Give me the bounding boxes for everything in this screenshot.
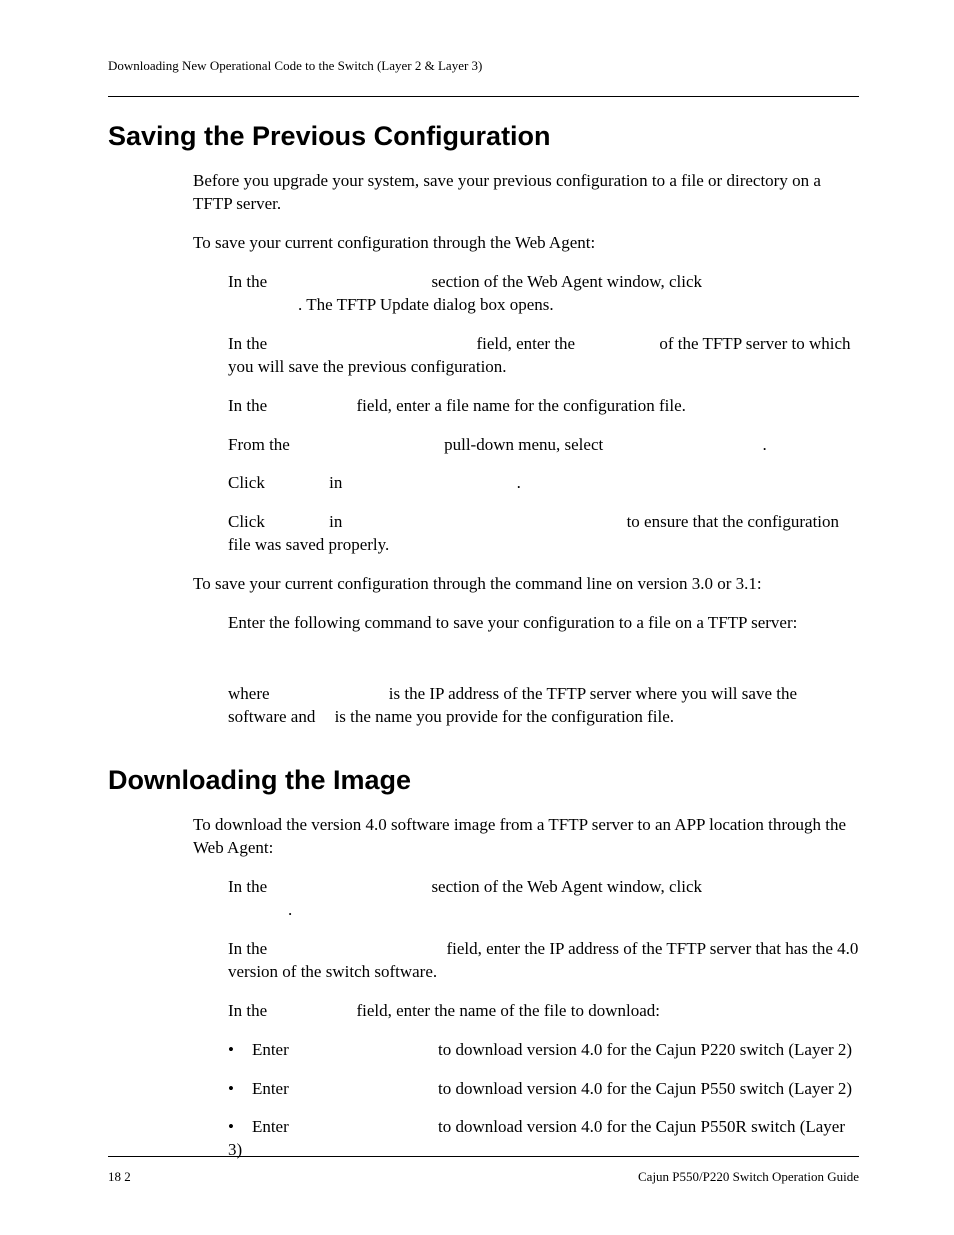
- text: to download version 4.0 for the Cajun P5…: [228, 1117, 845, 1159]
- doc-title: Cajun P550/P220 Switch Operation Guide: [638, 1169, 859, 1185]
- text: is the name you provide for the configur…: [335, 707, 674, 726]
- s2-step1: In the section of the Web Agent window, …: [228, 876, 859, 922]
- text: Enter: [252, 1040, 289, 1059]
- s2-step3: In the field, enter the name of the file…: [228, 1000, 859, 1023]
- text: to download version 4.0 for the Cajun P5…: [438, 1079, 852, 1098]
- s1-para3: To save your current configuration throu…: [193, 573, 859, 596]
- text: in: [329, 512, 342, 531]
- text: .: [288, 900, 292, 919]
- text: In the: [228, 334, 267, 353]
- section2-title: Downloading the Image: [108, 765, 859, 796]
- running-header: Downloading New Operational Code to the …: [108, 58, 859, 74]
- section1-title: Saving the Previous Configuration: [108, 121, 859, 152]
- text: where: [228, 684, 270, 703]
- s2-bullet2: •Enter to download version 4.0 for the C…: [228, 1078, 859, 1101]
- s2-steps: In the section of the Web Agent window, …: [228, 876, 859, 1162]
- s1-step6: Click in to ensure that the configuratio…: [228, 511, 859, 557]
- text: section of the Web Agent window, click: [431, 272, 702, 291]
- text: Click: [228, 473, 265, 492]
- text: In the: [228, 272, 267, 291]
- s1-cli: Enter the following command to save your…: [228, 612, 859, 729]
- bottom-rule: [108, 1156, 859, 1157]
- text: field, enter the name of the file to dow…: [356, 1001, 660, 1020]
- text: From the: [228, 435, 290, 454]
- s2-step2: In the field, enter the IP address of th…: [228, 938, 859, 984]
- text: in: [329, 473, 342, 492]
- text: Enter: [252, 1117, 289, 1136]
- text: to download version 4.0 for the Cajun P2…: [438, 1040, 852, 1059]
- text: In the: [228, 877, 267, 896]
- s2-bullet1: •Enter to download version 4.0 for the C…: [228, 1039, 859, 1062]
- page: Downloading New Operational Code to the …: [0, 0, 954, 1235]
- s2-para1: To download the version 4.0 software ima…: [193, 814, 859, 860]
- cli-line1: Enter the following command to save your…: [228, 612, 859, 635]
- s1-para2: To save your current configuration throu…: [193, 232, 859, 255]
- text: In the: [228, 1001, 267, 1020]
- page-number: 18 2: [108, 1169, 131, 1185]
- text: In the: [228, 396, 267, 415]
- s1-step4: From the pull-down menu, select .: [228, 434, 859, 457]
- text: to ensure that the configuration file wa…: [228, 512, 839, 554]
- text: .: [517, 473, 521, 492]
- text: pull-down menu, select: [444, 435, 603, 454]
- s1-step3: In the field, enter a file name for the …: [228, 395, 859, 418]
- section1-body: Before you upgrade your system, save you…: [193, 170, 859, 729]
- s1-para1: Before you upgrade your system, save you…: [193, 170, 859, 216]
- text: field, enter the: [476, 334, 575, 353]
- top-rule: [108, 96, 859, 97]
- text: Click: [228, 512, 265, 531]
- cli-blank: [228, 651, 859, 667]
- s1-steps: In the section of the Web Agent window, …: [228, 271, 859, 557]
- text: Enter: [252, 1079, 289, 1098]
- section2-body: To download the version 4.0 software ima…: [193, 814, 859, 1162]
- cli-line2: where is the IP address of the TFTP serv…: [228, 683, 859, 729]
- s1-step5: Click in .: [228, 472, 859, 495]
- s1-step2: In the field, enter the of the TFTP serv…: [228, 333, 859, 379]
- text: section of the Web Agent window, click: [431, 877, 702, 896]
- text: .: [762, 435, 766, 454]
- footer: 18 2 Cajun P550/P220 Switch Operation Gu…: [108, 1169, 859, 1185]
- text: In the: [228, 939, 267, 958]
- text: field, enter the IP address of the TFTP …: [228, 939, 858, 981]
- s1-step1: In the section of the Web Agent window, …: [228, 271, 859, 317]
- text: . The TFTP Update dialog box opens.: [298, 295, 554, 314]
- text: field, enter a file name for the configu…: [356, 396, 685, 415]
